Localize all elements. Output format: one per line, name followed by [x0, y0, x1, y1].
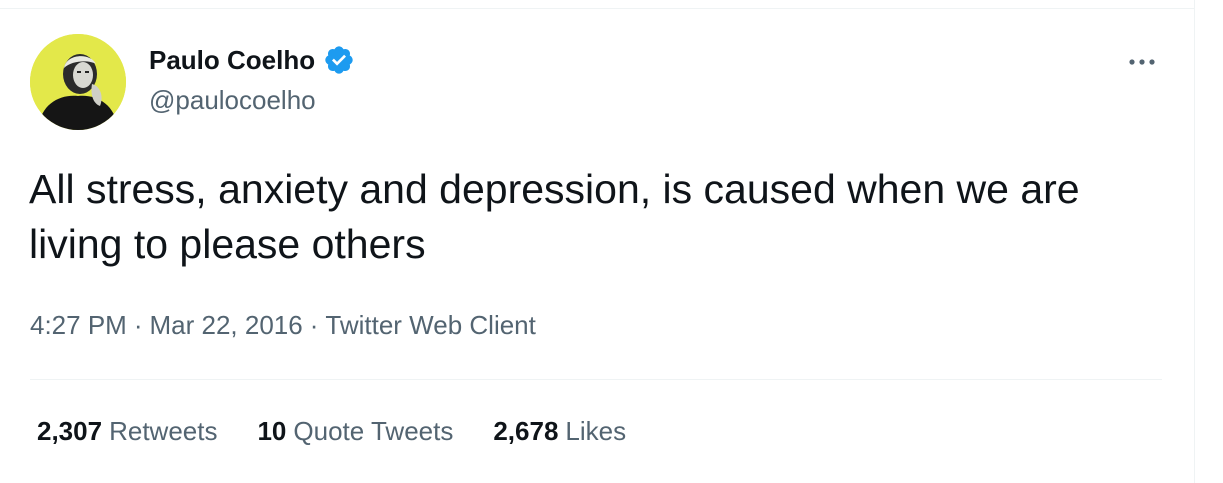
- likes-count: 2,678: [493, 416, 559, 446]
- quote-tweets-label: Quote Tweets: [293, 416, 454, 446]
- author-name-row[interactable]: Paulo Coelho: [149, 44, 355, 76]
- retweets-stat[interactable]: 2,307 Retweets: [37, 414, 217, 448]
- tweet-text: All stress, anxiety and depression, is c…: [29, 166, 1080, 267]
- engagement-stats: 2,307 Retweets 10 Quote Tweets 2,678 Likes: [37, 414, 666, 448]
- likes-stat[interactable]: 2,678 Likes: [493, 414, 626, 448]
- meta-separator: ·: [133, 310, 143, 340]
- tweet-time[interactable]: 4:27 PM: [30, 310, 127, 340]
- retweets-count: 2,307: [37, 416, 103, 446]
- avatar-portrait-image: [30, 34, 126, 130]
- more-horizontal-icon[interactable]: [1126, 52, 1158, 72]
- verified-badge-icon: [323, 44, 355, 76]
- author-handle[interactable]: @paulocoelho: [149, 84, 316, 116]
- quote-tweets-stat[interactable]: 10 Quote Tweets: [257, 414, 453, 448]
- tweet-source[interactable]: Twitter Web Client: [325, 310, 535, 340]
- retweets-label: Retweets: [109, 416, 218, 446]
- right-divider: [1194, 0, 1195, 483]
- avatar[interactable]: [30, 34, 126, 130]
- tweet-date[interactable]: Mar 22, 2016: [150, 310, 303, 340]
- tweet-metadata: 4:27 PM · Mar 22, 2016 · Twitter Web Client: [30, 308, 536, 342]
- likes-label: Likes: [565, 416, 627, 446]
- quote-tweets-count: 10: [257, 416, 287, 446]
- meta-separator: ·: [309, 310, 319, 340]
- stats-divider: [30, 379, 1162, 380]
- top-divider: [0, 8, 1194, 9]
- author-name[interactable]: Paulo Coelho: [149, 44, 315, 76]
